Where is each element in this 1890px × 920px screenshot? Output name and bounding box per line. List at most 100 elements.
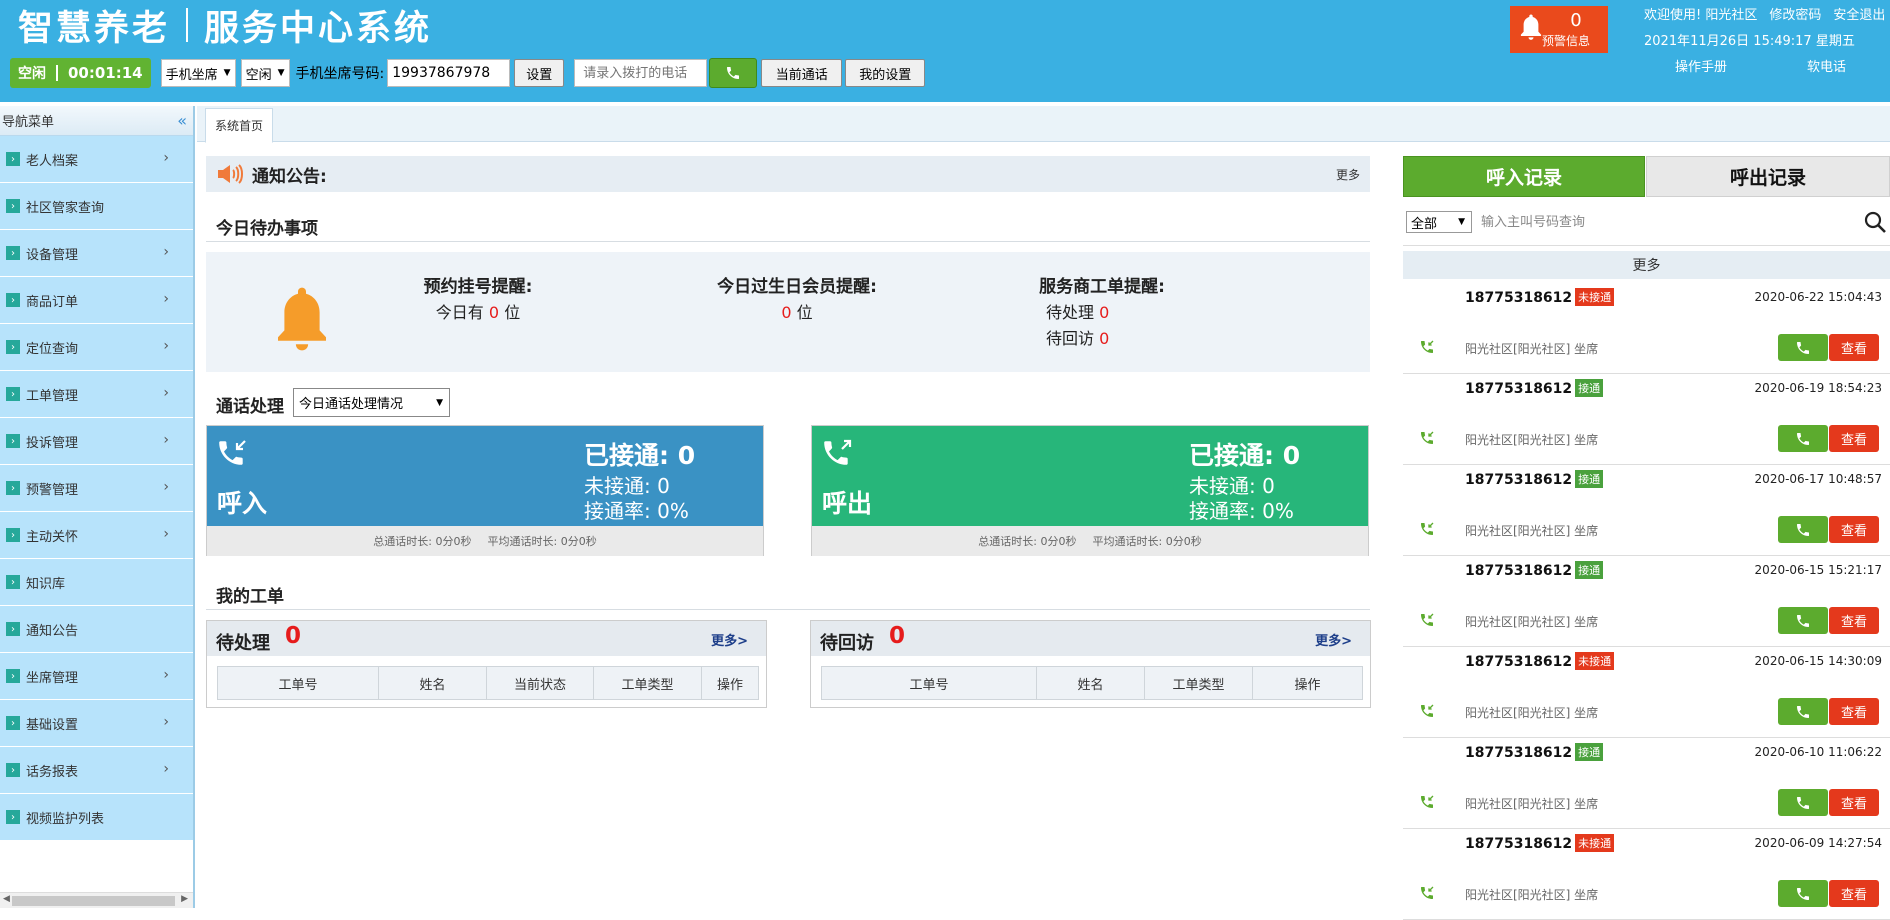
- notice-more-link[interactable]: 更多: [1336, 166, 1360, 183]
- sidebar-item[interactable]: › 通知公告: [0, 606, 193, 653]
- sidebar-item[interactable]: › 预警管理 ›: [0, 465, 193, 512]
- sidebar-item[interactable]: › 话务报表 ›: [0, 747, 193, 794]
- seat-type-select[interactable]: 手机坐席 ▼: [160, 59, 236, 87]
- incoming-call-card: 呼入 已接通: 0 未接通: 0 接通率: 0% 总通话时长: 0分0秒 平均通…: [206, 425, 764, 556]
- chevron-right-icon: ›: [163, 432, 169, 448]
- sidebar-item[interactable]: › 知识库: [0, 559, 193, 606]
- calls-period-select[interactable]: 今日通话处理情况 ▼: [293, 388, 450, 417]
- record-location: 阳光社区[阳光社区] 坐席: [1465, 706, 1599, 720]
- sidebar-item[interactable]: › 社区管家查询: [0, 183, 193, 230]
- sidebar-item[interactable]: › 设备管理 ›: [0, 230, 193, 277]
- incoming-call-icon: [1421, 431, 1434, 444]
- outgoing-stats: 呼出 已接通: 0 未接通: 0 接通率: 0%: [812, 426, 1368, 526]
- record-number: 18775318612: [1465, 654, 1573, 670]
- sidebar-scrollbar[interactable]: ◀ ▶: [0, 892, 193, 908]
- view-record-button[interactable]: 查看: [1829, 516, 1879, 543]
- tab-outgoing-records[interactable]: 呼出记录: [1646, 156, 1890, 197]
- revisit-more-link[interactable]: 更多>: [1315, 630, 1352, 649]
- callback-button[interactable]: [1778, 607, 1828, 634]
- sidebar-header: 导航菜单 «: [0, 106, 193, 136]
- pending-workorders: 待处理 0 更多> 工单号 姓名 当前状态 工单类型 操作: [206, 620, 767, 708]
- expand-icon: ›: [6, 152, 20, 166]
- callback-button[interactable]: [1778, 880, 1828, 907]
- record-number: 18775318612: [1465, 381, 1573, 397]
- phone-icon: [1797, 341, 1809, 354]
- view-record-button[interactable]: 查看: [1829, 880, 1879, 907]
- record-number: 18775318612: [1465, 836, 1573, 852]
- scroll-right-icon[interactable]: ▶: [181, 894, 188, 904]
- app-logo: 智慧养老 服务中心系统: [18, 2, 432, 49]
- sidebar-item[interactable]: › 视频监护列表: [0, 794, 193, 841]
- change-password-link[interactable]: 修改密码: [1769, 3, 1821, 29]
- scrollbar-thumb[interactable]: [12, 896, 175, 906]
- expand-icon: ›: [6, 763, 20, 777]
- view-record-button[interactable]: 查看: [1829, 789, 1879, 816]
- sidebar-item[interactable]: › 定位查询 ›: [0, 324, 193, 371]
- softphone-link[interactable]: 软电话: [1807, 55, 1846, 81]
- incoming-title: 呼入: [217, 489, 268, 518]
- callback-button[interactable]: [1778, 425, 1828, 452]
- column-header: 操作: [1252, 666, 1363, 700]
- callback-button[interactable]: [1778, 516, 1828, 543]
- header: 智慧养老 服务中心系统 空闲 00:01:14 手机坐席 ▼ 空闲 ▼ 手机坐席号码…: [0, 0, 1890, 102]
- incoming-avg-duration: 平均通话时长: 0分0秒: [487, 535, 597, 548]
- records-search-input[interactable]: 输入主叫号码查询: [1481, 211, 1585, 230]
- sidebar-item[interactable]: › 老人档案 ›: [0, 136, 193, 183]
- chevron-right-icon: ›: [163, 338, 169, 354]
- call-records-panel: 呼入记录 呼出记录 全部 ▼ 输入主叫号码查询 更多 18775318612 未接通…: [1403, 156, 1890, 920]
- records-more-link[interactable]: 更多: [1403, 251, 1890, 279]
- column-header: 姓名: [378, 666, 487, 700]
- view-record-button[interactable]: 查看: [1829, 334, 1879, 361]
- logout-link[interactable]: 安全退出: [1833, 3, 1885, 29]
- record-time: 2020-06-15 15:21:17: [1754, 563, 1882, 577]
- dial-number-input[interactable]: [574, 59, 708, 87]
- sidebar-item[interactable]: › 坐席管理 ›: [0, 653, 193, 700]
- call-record-row: 18775318612 接通 2020-06-10 11:06:22 阳光社区[阳光社…: [1403, 738, 1890, 829]
- tab-incoming-records[interactable]: 呼入记录: [1403, 156, 1645, 197]
- provider-title: 服务商工单提醒:: [1039, 277, 1165, 297]
- sidebar-item[interactable]: › 基础设置 ›: [0, 700, 193, 747]
- manual-link[interactable]: 操作手册: [1675, 55, 1727, 81]
- current-call-button[interactable]: 当前通话: [761, 59, 843, 87]
- sidebar-item-label: 坐席管理: [26, 670, 79, 686]
- view-record-button[interactable]: 查看: [1829, 607, 1879, 634]
- record-time: 2020-06-22 15:04:43: [1754, 290, 1882, 304]
- view-record-button[interactable]: 查看: [1829, 425, 1879, 452]
- callback-button[interactable]: [1778, 334, 1828, 361]
- my-settings-button[interactable]: 我的设置: [845, 59, 926, 87]
- records-filter-select[interactable]: 全部 ▼: [1406, 211, 1472, 233]
- set-button[interactable]: 设置: [514, 59, 565, 87]
- sidebar-item[interactable]: › 主动关怀 ›: [0, 512, 193, 559]
- seat-status-select[interactable]: 空闲 ▼: [240, 59, 290, 87]
- appointment-title: 预约挂号提醒:: [423, 277, 533, 297]
- record-number: 18775318612: [1465, 563, 1573, 579]
- sidebar-item[interactable]: › 商品订单 ›: [0, 277, 193, 324]
- chevron-right-icon: ›: [163, 761, 169, 777]
- sidebar-item[interactable]: › 投诉管理 ›: [0, 418, 193, 465]
- sidebar-item-label: 通知公告: [26, 623, 79, 639]
- pending-label: 待处理: [1046, 303, 1095, 322]
- search-icon[interactable]: [1863, 210, 1887, 234]
- view-record-button[interactable]: 查看: [1829, 698, 1879, 725]
- agent-status-pill: 空闲 00:01:14: [10, 58, 151, 88]
- tab-home[interactable]: 系统首页: [205, 108, 274, 143]
- column-header: 工单号: [821, 666, 1037, 700]
- pending-more-link[interactable]: 更多>: [711, 630, 748, 649]
- dial-call-button[interactable]: [709, 58, 758, 88]
- scroll-left-icon[interactable]: ◀: [3, 894, 10, 904]
- sidebar-item-label: 视频监护列表: [26, 811, 105, 827]
- incoming-rate: 接通率: 0%: [584, 499, 689, 523]
- sidebar-item[interactable]: › 工单管理 ›: [0, 371, 193, 418]
- chevron-right-icon: ›: [163, 479, 169, 495]
- birthday-title: 今日过生日会员提醒:: [717, 277, 877, 297]
- callback-button[interactable]: [1778, 698, 1828, 725]
- revisit-table: 工单号 姓名 工单类型 操作: [821, 666, 1363, 700]
- sidebar-item-label: 工单管理: [26, 388, 79, 404]
- column-header: 工单类型: [1144, 666, 1253, 700]
- alert-button[interactable]: 0 预警信息: [1510, 6, 1608, 53]
- seat-phone-input[interactable]: [387, 59, 511, 87]
- incoming-call-icon: [1421, 795, 1434, 808]
- callback-button[interactable]: [1778, 789, 1828, 816]
- sidebar-menu: › 老人档案 › › 社区管家查询 › 设备管理 › › 商品订单 › › 定位查询 › › 工单管理 › › 投诉…: [0, 136, 193, 841]
- collapse-icon[interactable]: «: [177, 111, 187, 130]
